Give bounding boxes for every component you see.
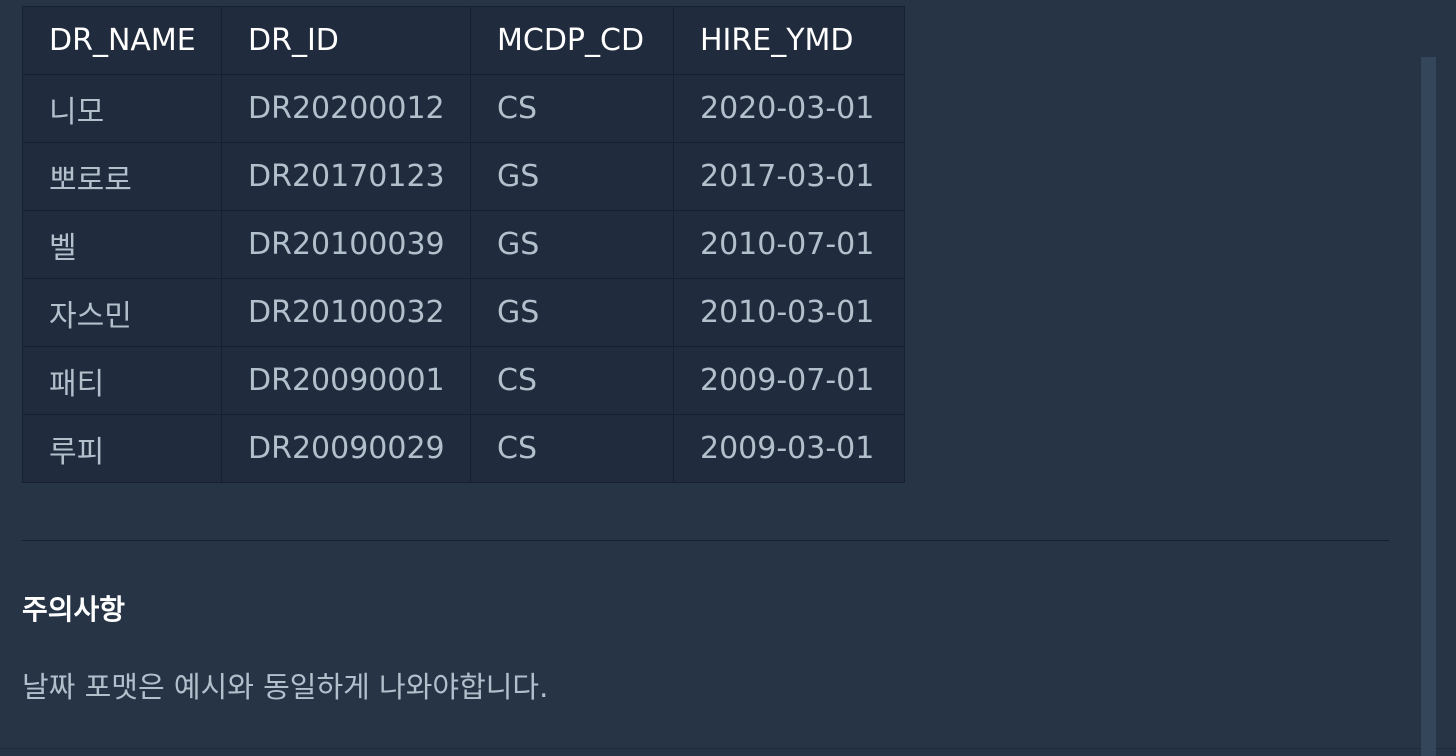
table-header-row: DR_NAME DR_ID MCDP_CD HIRE_YMD: [22, 6, 905, 75]
panel-bottom-border: [0, 748, 1456, 749]
section-divider: [22, 540, 1389, 541]
column-header-mcdp-cd: MCDP_CD: [470, 6, 674, 75]
cell-hire-ymd: 2009-07-01: [673, 346, 905, 415]
cell-mcdp-cd: GS: [470, 142, 674, 211]
column-header-dr-name: DR_NAME: [22, 6, 222, 75]
cell-dr-id: DR20100032: [221, 278, 471, 347]
cell-hire-ymd: 2017-03-01: [673, 142, 905, 211]
table-row: 자스민 DR20100032 GS 2010-03-01: [22, 278, 905, 347]
notice-text: 날짜 포맷은 예시와 동일하게 나와야합니다.: [22, 670, 549, 704]
table-row: 뽀로로 DR20170123 GS 2017-03-01: [22, 142, 905, 211]
example-result-table: DR_NAME DR_ID MCDP_CD HIRE_YMD 니모 DR2020…: [22, 6, 905, 483]
table-row: 패티 DR20090001 CS 2009-07-01: [22, 346, 905, 415]
cell-hire-ymd: 2020-03-01: [673, 74, 905, 143]
cell-hire-ymd: 2010-03-01: [673, 278, 905, 347]
cell-mcdp-cd: CS: [470, 74, 674, 143]
cell-mcdp-cd: GS: [470, 278, 674, 347]
cell-hire-ymd: 2009-03-01: [673, 414, 905, 483]
cell-dr-id: DR20090001: [221, 346, 471, 415]
cell-dr-name: 자스민: [22, 278, 222, 347]
cell-mcdp-cd: GS: [470, 210, 674, 279]
cell-dr-id: DR20200012: [221, 74, 471, 143]
cell-dr-id: DR20100039: [221, 210, 471, 279]
cell-dr-name: 니모: [22, 74, 222, 143]
cell-dr-name: 패티: [22, 346, 222, 415]
cell-dr-id: DR20170123: [221, 142, 471, 211]
column-header-dr-id: DR_ID: [221, 6, 471, 75]
cell-dr-name: 루피: [22, 414, 222, 483]
cell-dr-name: 뽀로로: [22, 142, 222, 211]
table-row: 니모 DR20200012 CS 2020-03-01: [22, 74, 905, 143]
cell-mcdp-cd: CS: [470, 346, 674, 415]
cell-dr-name: 벨: [22, 210, 222, 279]
cell-dr-id: DR20090029: [221, 414, 471, 483]
cell-hire-ymd: 2010-07-01: [673, 210, 905, 279]
vertical-scrollbar[interactable]: [1421, 57, 1436, 756]
cell-mcdp-cd: CS: [470, 414, 674, 483]
notice-heading: 주의사항: [22, 593, 126, 626]
table-row: 루피 DR20090029 CS 2009-03-01: [22, 414, 905, 483]
column-header-hire-ymd: HIRE_YMD: [673, 6, 905, 75]
table-row: 벨 DR20100039 GS 2010-07-01: [22, 210, 905, 279]
